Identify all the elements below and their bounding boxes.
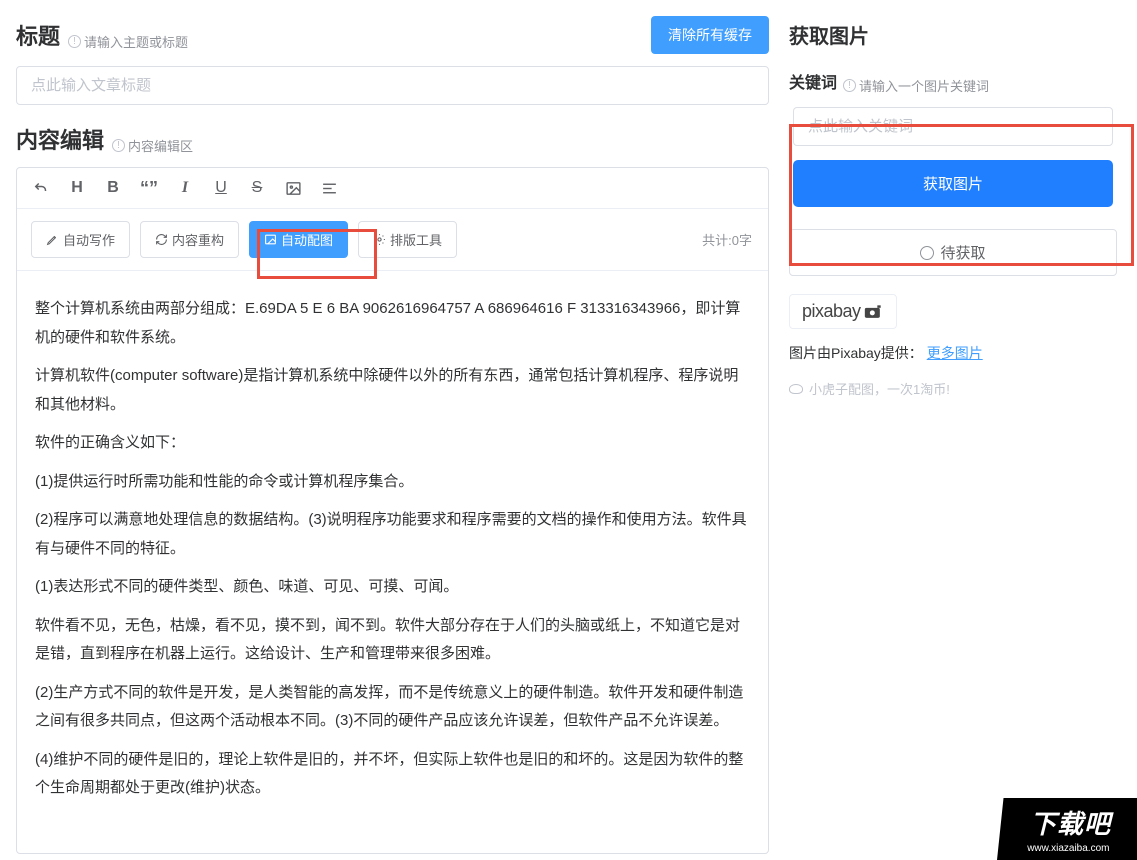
- paragraph: 软件的正确含义如下：: [35, 429, 750, 458]
- align-icon[interactable]: [319, 178, 339, 198]
- editor-toolbar: H B “” I U S: [17, 168, 768, 209]
- title-input[interactable]: [16, 66, 769, 105]
- word-count: 共计:0字: [702, 230, 752, 249]
- paragraph: (2)生产方式不同的软件是开发，是人类智能的高发挥，而不是传统意义上的硬件制造。…: [35, 679, 750, 736]
- tao-row: 小虎子配图，一次1淘币!: [789, 379, 1117, 398]
- pixabay-logo-box: pixabay: [789, 294, 897, 329]
- keyword-hint: ! 请输入一个图片关键词: [843, 76, 989, 95]
- title-label: 标题: [16, 19, 60, 51]
- clear-cache-button[interactable]: 清除所有缓存: [651, 16, 769, 54]
- title-header: 标题 ! 请输入主题或标题 清除所有缓存: [16, 16, 769, 54]
- keyword-input[interactable]: [793, 107, 1113, 146]
- paragraph: 计算机软件(computer software)是指计算机系统中除硬件以外的所有…: [35, 362, 750, 419]
- info-icon: !: [68, 35, 81, 48]
- paragraph: 软件看不见，无色，枯燥，看不见，摸不到，闻不到。软件大部分存在于人们的头脑或纸上…: [35, 612, 750, 669]
- paragraph: (1)表达形式不同的硬件类型、颜色、味道、可见、可摸、可闻。: [35, 573, 750, 602]
- fetch-image-button[interactable]: 获取图片: [793, 160, 1113, 207]
- paragraph: (2)程序可以满意地处理信息的数据结构。(3)说明程序功能要求和程序需要的文档的…: [35, 506, 750, 563]
- bold-icon[interactable]: B: [103, 178, 123, 198]
- image-icon[interactable]: [283, 178, 303, 198]
- title-hint: ! 请输入主题或标题: [68, 32, 188, 51]
- paragraph: 整个计算机系统由两部分组成：E.69DA 5 E 6 BA 9062616964…: [35, 295, 750, 352]
- pixabay-logo: pixabay: [802, 301, 884, 322]
- credit-row: 图片由Pixabay提供： 更多图片: [789, 343, 1117, 363]
- paragraph: (4)维护不同的硬件是旧的，理论上软件是旧的，并不坏，但实际上软件也是旧的和坏的…: [35, 746, 750, 803]
- editor-content[interactable]: 整个计算机系统由两部分组成：E.69DA 5 E 6 BA 9062616964…: [17, 271, 768, 853]
- italic-icon[interactable]: I: [175, 178, 195, 198]
- watermark: 下载吧 www.xiazaiba.com: [997, 798, 1137, 860]
- auto-write-button[interactable]: 自动写作: [31, 221, 130, 258]
- editor-actions: 自动写作 内容重构 自动配图 排版工具 共计:0字: [17, 209, 768, 271]
- layout-tool-button[interactable]: 排版工具: [358, 221, 457, 258]
- undo-icon[interactable]: [31, 178, 51, 198]
- camera-icon: [864, 305, 884, 319]
- circle-icon: [920, 246, 934, 260]
- pending-button[interactable]: 待获取: [789, 229, 1117, 276]
- restructure-button[interactable]: 内容重构: [140, 221, 239, 258]
- underline-icon[interactable]: U: [211, 178, 231, 198]
- keyword-label: 关键词: [789, 69, 837, 93]
- cloud-icon: [789, 384, 803, 394]
- paragraph: (1)提供运行时所需功能和性能的命令或计算机程序集合。: [35, 468, 750, 497]
- editor-box: H B “” I U S 自动写作: [16, 167, 769, 854]
- quote-icon[interactable]: “”: [139, 178, 159, 198]
- info-icon: !: [112, 139, 125, 152]
- content-label: 内容编辑: [16, 123, 104, 155]
- info-icon: !: [843, 79, 856, 92]
- heading-icon[interactable]: H: [67, 178, 87, 198]
- strike-icon[interactable]: S: [247, 178, 267, 198]
- auto-image-button[interactable]: 自动配图: [249, 221, 348, 258]
- more-images-link[interactable]: 更多图片: [927, 345, 983, 361]
- content-hint: ! 内容编辑区: [112, 136, 193, 155]
- image-panel-title: 获取图片: [789, 20, 1117, 49]
